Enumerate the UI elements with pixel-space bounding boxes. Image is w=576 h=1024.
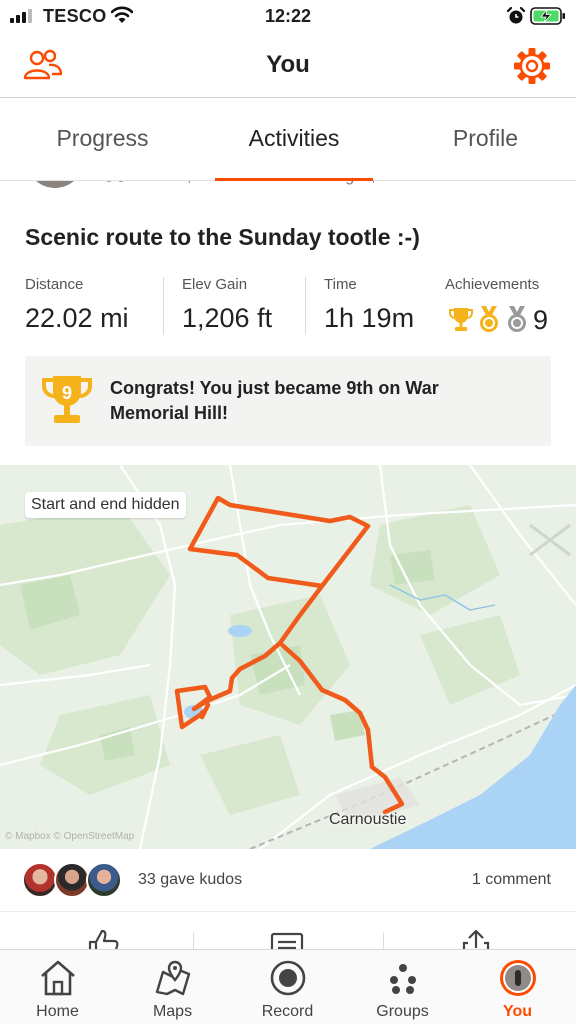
map-town-label: Carnoustie <box>329 811 407 828</box>
social-row: 33 gave kudos 1 comment <box>0 849 576 911</box>
groups-icon <box>390 964 416 994</box>
gold-medal-icon <box>480 306 498 332</box>
stat-elev-gain: Elev Gain 1,206 ft <box>182 276 272 334</box>
achievements-row[interactable]: 9 <box>449 305 559 335</box>
stat-label: Elev Gain <box>182 276 248 293</box>
kudos-icon[interactable] <box>86 928 120 949</box>
status-bar: TESCO 12:22 <box>0 0 576 34</box>
nav-home[interactable]: Home <box>0 950 115 1024</box>
avatar-icon <box>500 960 536 996</box>
share-icon[interactable] <box>459 928 493 949</box>
stat-value: 1,206 ft <box>182 303 273 333</box>
clock: 12:22 <box>264 6 312 26</box>
stat-label: Achievements <box>445 276 540 293</box>
silver-medal-icon <box>508 306 526 332</box>
activity-title[interactable]: Scenic route to the Sunday tootle :-) <box>25 224 420 251</box>
stat-value: 22.02 mi <box>25 303 129 333</box>
tab-activities[interactable]: Activities <box>215 125 373 152</box>
privacy-zone-chip: Start and end hidden <box>25 492 186 518</box>
active-tab-indicator <box>215 178 373 181</box>
nav-label: Groups <box>376 1003 429 1020</box>
congrats-message: Congrats! You just became 9th on War Mem… <box>110 378 439 423</box>
nav-record[interactable]: Record <box>230 950 345 1024</box>
nav-you[interactable]: You <box>460 950 575 1024</box>
map-attribution[interactable]: © Mapbox © OpenStreetMap <box>5 831 134 842</box>
comment-icon[interactable] <box>270 928 304 949</box>
nav-label: Record <box>261 1003 314 1020</box>
battery-charging-icon <box>530 7 565 25</box>
stat-time: Time 1h 19m <box>324 276 414 334</box>
comment-count[interactable]: 1 comment <box>0 871 551 889</box>
stat-divider <box>305 277 306 335</box>
trophy-icon <box>449 308 473 331</box>
achievement-banner[interactable]: 9 Congrats! You just became 9th on War M… <box>25 356 551 446</box>
stat-divider <box>163 277 164 335</box>
action-divider <box>383 932 384 949</box>
stat-achievements[interactable]: Achievements <box>445 276 539 293</box>
gear-icon[interactable] <box>512 46 552 86</box>
page-title: You <box>266 51 310 78</box>
nav-groups[interactable]: Groups <box>345 950 460 1024</box>
nav-maps[interactable]: Maps <box>115 950 230 1024</box>
achievements-count: 9 <box>533 305 549 335</box>
stat-label: Distance <box>25 276 84 293</box>
maps-icon <box>155 960 191 996</box>
route-map[interactable]: Start and end hidden Carnoustie © Mapbox… <box>0 465 576 849</box>
nav-label: Maps <box>152 1003 193 1020</box>
stat-distance: Distance 22.02 mi <box>25 276 129 334</box>
nav-label: Home <box>36 1003 79 1020</box>
map-canvas <box>0 465 576 849</box>
stat-value: 1h 19m <box>324 303 415 333</box>
trophy-rank: 9 <box>62 383 72 403</box>
top-bar: You <box>0 34 576 98</box>
action-divider <box>193 932 194 949</box>
trophy-icon: 9 <box>41 376 93 423</box>
tab-profile[interactable]: Profile <box>418 125 553 152</box>
record-icon <box>270 960 306 996</box>
tab-progress[interactable]: Progress <box>30 125 175 152</box>
home-icon <box>41 960 75 996</box>
alarm-icon <box>506 6 526 24</box>
stat-label: Time <box>324 276 357 293</box>
action-row <box>0 911 576 949</box>
bottom-nav: Home Maps Record Groups You <box>0 949 576 1024</box>
nav-label: You <box>502 1003 533 1020</box>
tab-bar: Progress Activities Profile <box>0 99 576 181</box>
